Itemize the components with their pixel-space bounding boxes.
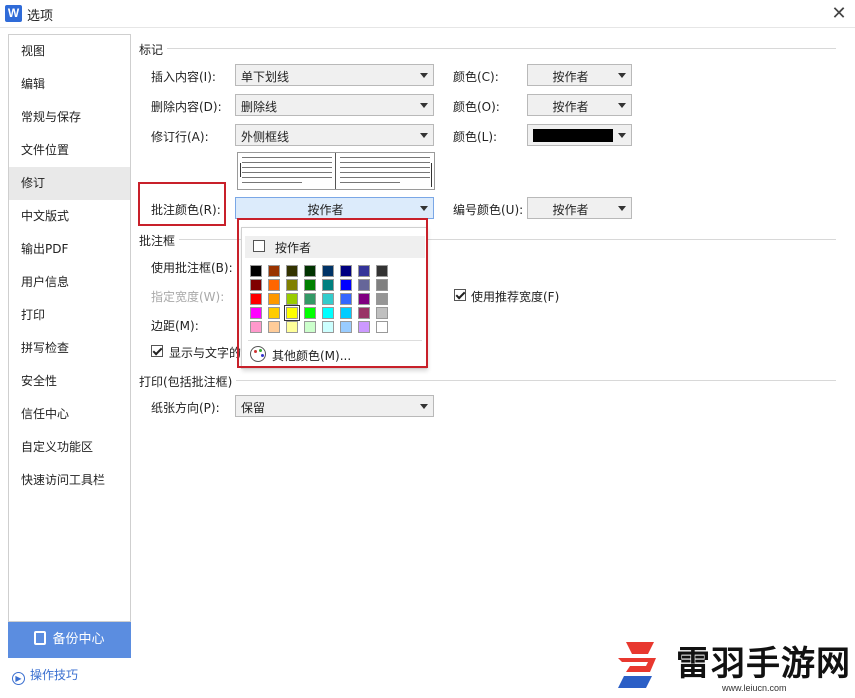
- sidebar-item[interactable]: 文件位置: [9, 134, 130, 167]
- chevron-down-icon: [420, 103, 428, 108]
- sidebar-item[interactable]: 打印: [9, 299, 130, 332]
- revision-line-color-select[interactable]: [527, 124, 632, 146]
- site-logo-icon: [618, 642, 656, 688]
- show-lines-label: 显示与文字的: [169, 346, 242, 360]
- margin-label: 边距(M):: [151, 319, 199, 333]
- site-watermark: 雷羽手游网 www.leiucn.com: [604, 632, 855, 698]
- comment-color-select[interactable]: 按作者: [235, 197, 434, 219]
- insert-label: 插入内容(I):: [151, 70, 216, 84]
- print-divider: [139, 380, 836, 381]
- delete-style-value: 删除线: [241, 100, 278, 114]
- chevron-down-icon: [420, 404, 428, 409]
- number-color-value: 按作者: [552, 203, 589, 217]
- chevron-down-icon: [420, 133, 428, 138]
- print-section-title: 打印(包括批注框): [139, 373, 237, 390]
- show-lines-checkbox[interactable]: [151, 345, 163, 357]
- insert-style-select[interactable]: 单下划线: [235, 64, 434, 86]
- close-icon[interactable]: ✕: [828, 3, 850, 25]
- title-bar: W 选项 ✕: [0, 0, 855, 28]
- insert-style-value: 单下划线: [241, 70, 290, 84]
- marks-divider: [139, 48, 836, 49]
- orientation-value: 保留: [241, 401, 266, 415]
- sidebar-item[interactable]: 信任中心: [9, 398, 130, 431]
- chevron-down-icon: [420, 206, 428, 211]
- black-color-swatch: [533, 129, 613, 142]
- revision-line-label: 修订行(A):: [151, 130, 209, 144]
- play-circle-icon: ▶: [12, 672, 25, 685]
- chevron-down-icon: [618, 206, 626, 211]
- window-title: 选项: [27, 9, 54, 24]
- use-balloons-label: 使用批注框(B):: [151, 261, 233, 275]
- comment-color-value: 按作者: [307, 203, 344, 217]
- delete-color-select[interactable]: 按作者: [527, 94, 632, 116]
- insert-color-value: 按作者: [552, 70, 589, 84]
- sidebar-item[interactable]: 常规与保存: [9, 101, 130, 134]
- orientation-label: 纸张方向(P):: [151, 401, 220, 415]
- comment-color-label: 批注颜色(R):: [151, 203, 221, 217]
- sidebar-item[interactable]: 编辑: [9, 68, 130, 101]
- balloons-section-title: 批注框: [139, 232, 180, 249]
- delete-style-select[interactable]: 删除线: [235, 94, 434, 116]
- chevron-down-icon: [618, 133, 626, 138]
- sidebar-item[interactable]: 修订: [9, 167, 130, 200]
- sidebar-item[interactable]: 拼写检查: [9, 332, 130, 365]
- watermark-url: www.leiucn.com: [722, 683, 787, 693]
- orientation-select[interactable]: 保留: [235, 395, 434, 417]
- sidebar-item[interactable]: 输出PDF: [9, 233, 130, 266]
- revision-line-select[interactable]: 外侧框线: [235, 124, 434, 146]
- chevron-down-icon: [618, 73, 626, 78]
- delete-color-value: 按作者: [552, 100, 589, 114]
- sidebar-item[interactable]: 视图: [9, 35, 130, 68]
- balloon-width-label: 指定宽度(W):: [151, 290, 225, 304]
- preview-divider: [335, 153, 336, 189]
- sidebar-item[interactable]: 安全性: [9, 365, 130, 398]
- recommend-width-checkbox[interactable]: [454, 289, 466, 301]
- revision-line-color-label: 颜色(L):: [453, 130, 498, 144]
- number-color-select[interactable]: 按作者: [527, 197, 632, 219]
- revision-line-value: 外侧框线: [241, 130, 290, 144]
- chevron-down-icon: [618, 103, 626, 108]
- sidebar-item[interactable]: 自定义功能区: [9, 431, 130, 464]
- wps-writer-icon: W: [5, 5, 22, 22]
- sidebar-item[interactable]: 快速访问工具栏: [9, 464, 130, 497]
- sidebar-item[interactable]: 用户信息: [9, 266, 130, 299]
- preview-right-page: [337, 153, 435, 189]
- chevron-down-icon: [420, 73, 428, 78]
- delete-color-label: 颜色(O):: [453, 100, 500, 114]
- insert-color-select[interactable]: 按作者: [527, 64, 632, 86]
- recommend-width-label: 使用推荐宽度(F): [471, 290, 560, 304]
- backup-icon: [34, 631, 47, 645]
- options-sidebar: 视图 编辑 常规与保存 文件位置 修订 中文版式 输出PDF 用户信息 打印 拼写检查 安全性 信任中…: [8, 34, 131, 622]
- insert-color-label: 颜色(C):: [453, 70, 499, 84]
- operation-tips-label: 操作技巧: [30, 668, 79, 682]
- watermark-title: 雷羽手游网: [676, 644, 851, 684]
- revision-preview: [237, 152, 435, 190]
- backup-center-label: 备份中心: [52, 632, 105, 647]
- operation-tips-link[interactable]: ▶ 操作技巧: [12, 666, 78, 685]
- marks-section-title: 标记: [139, 41, 168, 58]
- number-color-label: 编号颜色(U):: [453, 203, 524, 217]
- delete-label: 删除内容(D):: [151, 100, 222, 114]
- dropdown-highlight: [237, 218, 428, 368]
- backup-center-button[interactable]: 备份中心: [8, 622, 131, 658]
- preview-left-page: [238, 153, 336, 189]
- sidebar-item[interactable]: 中文版式: [9, 200, 130, 233]
